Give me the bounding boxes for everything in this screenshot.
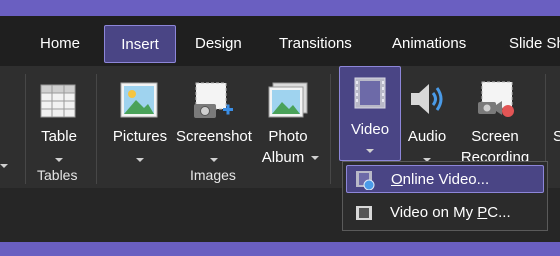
photo-album-label-line1: Photo [268, 128, 308, 145]
video-on-my-pc-pre: Video on My [390, 204, 478, 221]
video-label: Video [350, 121, 390, 138]
ribbon-tab-bar: Home Insert Design Transitions Animation… [0, 16, 560, 66]
chevron-down-icon [210, 158, 218, 162]
screen-recording-icon [478, 81, 514, 117]
video-dropdown-menu: Online Video... Video on My PC... [342, 161, 548, 231]
video-on-my-pc-item[interactable]: Video on My PC... [346, 199, 544, 227]
table-icon [40, 84, 76, 118]
pictures-icon [120, 82, 158, 118]
group-separator [25, 74, 26, 184]
group-label-tables: Tables [37, 167, 78, 183]
screenshot-label: Screenshot [176, 128, 252, 145]
tab-insert[interactable]: Insert [104, 25, 176, 63]
video-on-my-pc-accelerator: P [477, 204, 488, 221]
table-button[interactable]: Table [30, 74, 88, 164]
audio-button[interactable]: Audio [402, 74, 452, 164]
pictures-button[interactable]: Pictures [107, 74, 173, 164]
screenshot-button[interactable]: Screenshot [174, 74, 254, 164]
speaker-icon [411, 84, 443, 114]
table-button-label: Table [41, 128, 77, 145]
chevron-down-icon [311, 156, 319, 160]
screen-recording-button[interactable]: Screen Recording [454, 74, 536, 174]
tab-slide-show[interactable]: Slide Sh [509, 25, 560, 63]
screenshot-icon [194, 82, 233, 118]
photo-album-label-line2: Album [261, 149, 305, 166]
photo-album-icon [268, 82, 308, 118]
online-video-icon [356, 171, 375, 190]
video-on-my-pc-label: C... [487, 204, 511, 221]
chevron-down-icon [366, 149, 374, 153]
tab-design[interactable]: Design [195, 25, 242, 63]
group-separator [96, 74, 97, 184]
pictures-label: Pictures [112, 128, 168, 145]
tab-animations[interactable]: Animations [392, 25, 466, 63]
previous-group-caret-icon [0, 164, 8, 168]
group-label-images: Images [190, 167, 236, 183]
video-icon [354, 77, 386, 109]
tab-home[interactable]: Home [40, 25, 80, 63]
powerpoint-window: Home Insert Design Transitions Animation… [0, 16, 560, 242]
chevron-down-icon [55, 158, 63, 162]
tab-transitions[interactable]: Transitions [279, 25, 352, 63]
video-button[interactable]: Video [339, 66, 401, 161]
video-file-icon [356, 206, 372, 220]
online-video-label: nline Video... [402, 171, 490, 188]
photo-album-button[interactable]: Photo Album [255, 74, 321, 174]
next-group-label-fragment: S [553, 128, 560, 145]
online-video-accelerator: O [391, 171, 403, 188]
screen-recording-label-line1: Screen [471, 128, 519, 145]
online-video-item[interactable]: Online Video... [346, 165, 544, 193]
audio-label: Audio [407, 128, 447, 145]
group-separator [330, 74, 331, 184]
chevron-down-icon [136, 158, 144, 162]
